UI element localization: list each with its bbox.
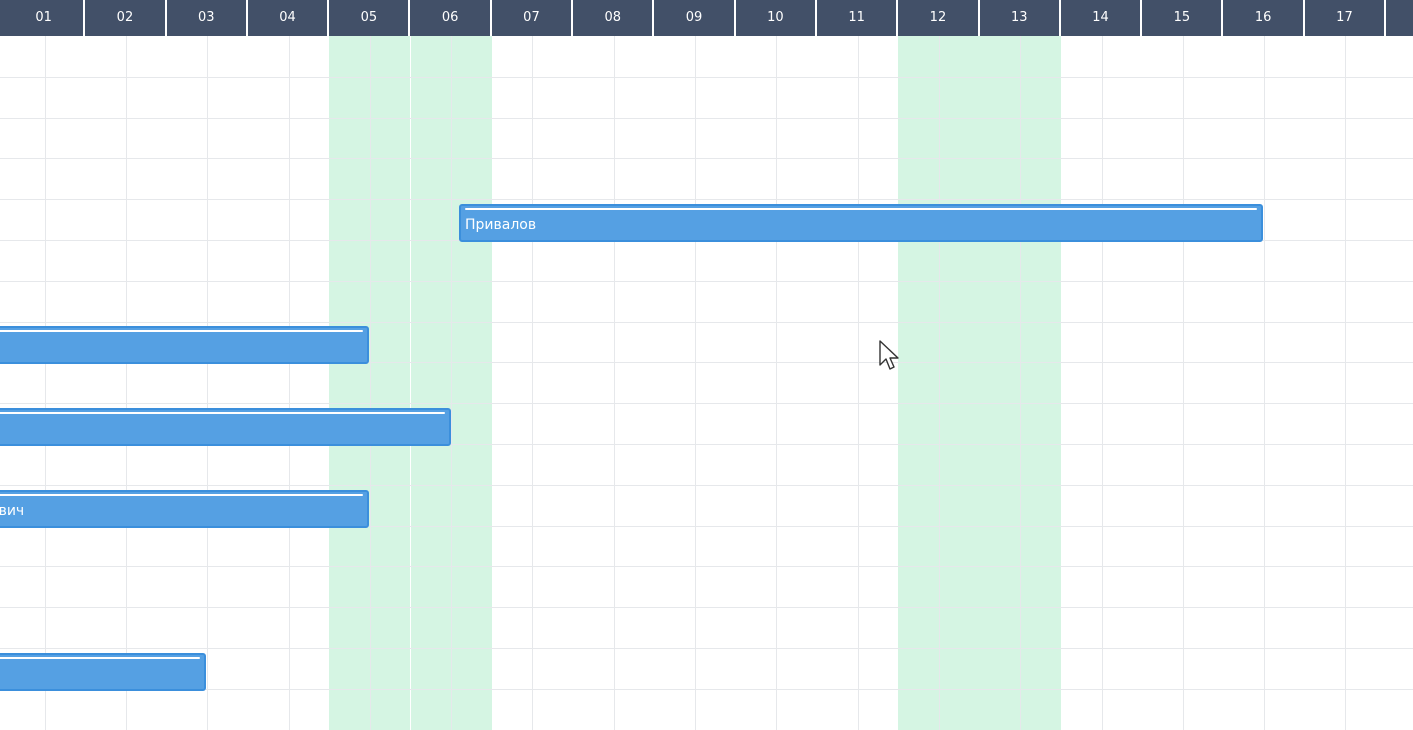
day-header-15: 15 (1142, 0, 1224, 36)
day-header-02: 02 (85, 0, 167, 36)
timeline-grid: Привалов ович (0, 36, 1413, 730)
grid-horizontal-line (0, 607, 1413, 609)
grid-vertical-line (1345, 36, 1347, 730)
task-bar[interactable]: ович (0, 489, 369, 528)
day-header-14: 14 (1061, 0, 1143, 36)
grid-vertical-line (857, 36, 859, 730)
grid-horizontal-line (0, 158, 1413, 160)
task-bar-label: Привалов (465, 217, 537, 233)
task-bar-label: ович (0, 502, 25, 519)
grid-vertical-line (1020, 36, 1022, 730)
timeline-header: 01 02 03 04 05 06 07 08 09 10 11 12 13 14 15 16 17 (0, 0, 1413, 36)
grid-vertical-line (695, 36, 697, 730)
task-bar-progress-line (0, 656, 200, 659)
task-bar[interactable]: Привалов (459, 204, 1263, 242)
grid-vertical-line (1182, 36, 1184, 730)
grid-horizontal-line (0, 688, 1413, 690)
task-bar-progress-line (0, 493, 363, 496)
grid-vertical-line (776, 36, 778, 730)
task-bar-progress-line (0, 330, 363, 333)
task-bar-progress-line (0, 412, 445, 414)
day-header-17: 17 (1305, 0, 1387, 36)
day-header-03: 03 (167, 0, 248, 36)
task-bar[interactable] (0, 408, 451, 446)
grid-horizontal-line (0, 566, 1413, 568)
grid-horizontal-line (0, 321, 1413, 323)
day-header-07: 07 (492, 0, 574, 36)
mouse-pointer-icon (879, 340, 899, 370)
grid-vertical-line (1101, 36, 1103, 730)
day-header-04: 04 (248, 0, 330, 36)
grid-vertical-line (125, 36, 127, 730)
day-header-12: 12 (898, 0, 980, 36)
gantt-chart: 01 02 03 04 05 06 07 08 09 10 11 12 13 14 15 16 17 Прива… (0, 0, 1413, 730)
grid-vertical-line (369, 36, 371, 730)
day-header-06: 06 (411, 0, 492, 36)
grid-vertical-line (207, 36, 209, 730)
grid-horizontal-line (0, 280, 1413, 282)
grid-vertical-line (613, 36, 615, 730)
day-header-13: 13 (980, 0, 1061, 36)
day-header-16: 16 (1224, 0, 1305, 36)
day-header-11: 11 (817, 0, 899, 36)
day-header-05: 05 (329, 0, 411, 36)
day-header-01: 01 (4, 0, 86, 36)
grid-horizontal-line (0, 648, 1413, 649)
grid-vertical-line (532, 36, 534, 730)
task-bar-progress-line (465, 208, 1257, 210)
grid-horizontal-line (0, 199, 1413, 201)
grid-vertical-line (938, 36, 940, 730)
grid-horizontal-line (0, 403, 1413, 405)
day-header-09: 09 (654, 0, 736, 36)
day-header-10: 10 (736, 0, 817, 36)
grid-vertical-line (451, 36, 453, 730)
task-bar[interactable] (0, 652, 206, 691)
grid-vertical-line (44, 36, 46, 730)
grid-vertical-line (288, 36, 290, 730)
grid-horizontal-line (0, 76, 1413, 78)
grid-horizontal-line (0, 484, 1413, 486)
grid-horizontal-line (0, 117, 1413, 119)
task-bar[interactable] (0, 326, 369, 365)
grid-vertical-line (1264, 36, 1266, 730)
day-header-08: 08 (573, 0, 655, 36)
